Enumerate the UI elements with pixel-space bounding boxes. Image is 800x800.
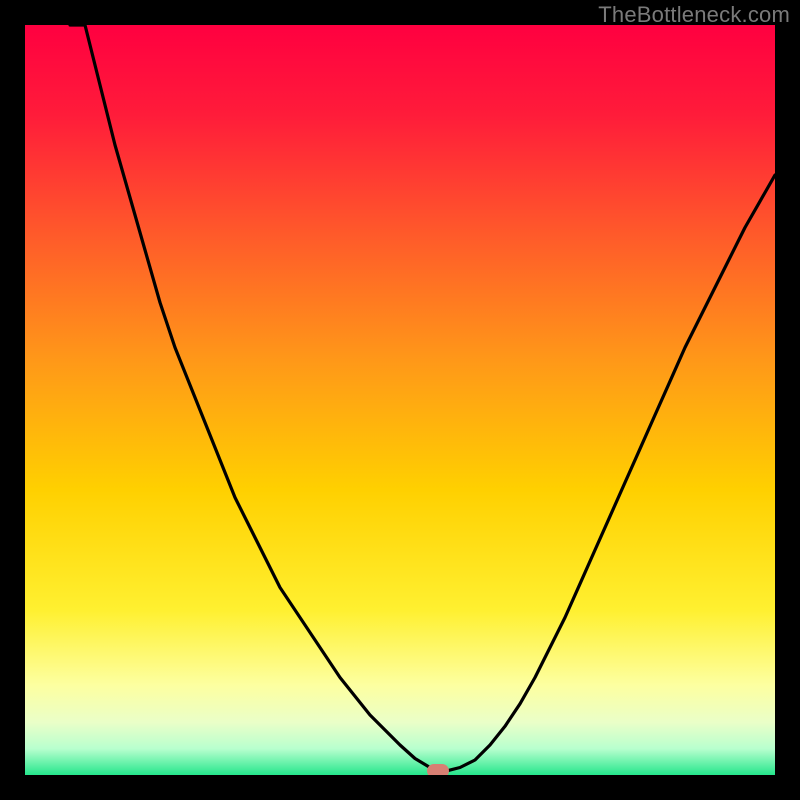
bottleneck-curve <box>25 25 775 775</box>
plot-area <box>25 25 775 775</box>
chart-frame: TheBottleneck.com <box>0 0 800 800</box>
optimum-marker <box>427 764 449 775</box>
